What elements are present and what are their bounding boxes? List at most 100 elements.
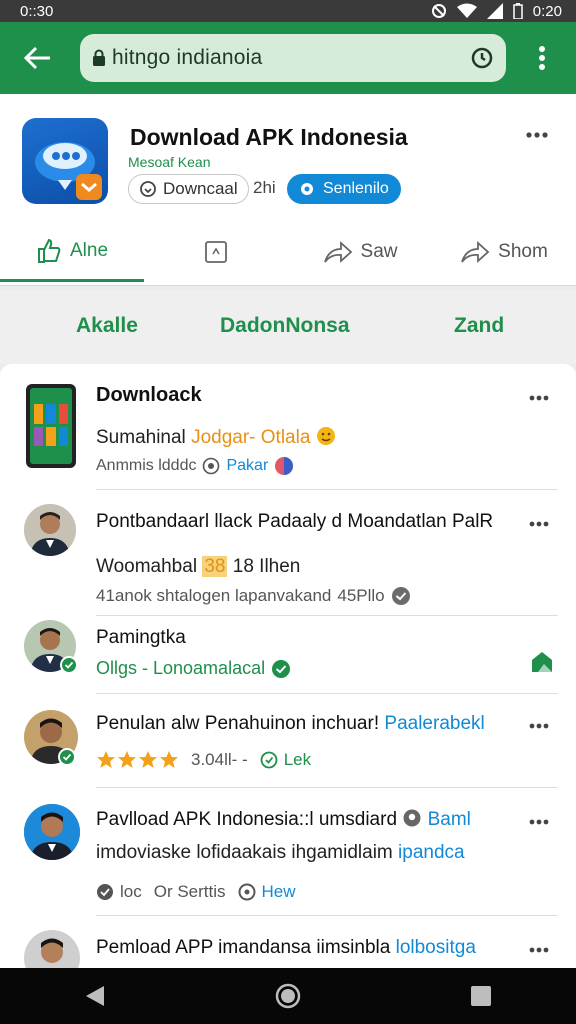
- item-meta-c: Hew: [261, 882, 296, 901]
- check-circle-icon: [272, 659, 291, 678]
- nav-back-icon[interactable]: [84, 984, 106, 1008]
- like-action[interactable]: Alne: [0, 222, 144, 282]
- more-horizontal-icon: [526, 132, 548, 138]
- refresh-icon: [238, 883, 256, 901]
- item-title-b[interactable]: lolbositga: [396, 937, 476, 958]
- item-title-b[interactable]: Baml: [428, 809, 471, 830]
- emoji-icon: [316, 427, 335, 445]
- item-title: Downloack: [96, 384, 202, 406]
- item-line-a: Woomahbal: [96, 556, 198, 577]
- phone-thumbnail: [26, 384, 76, 468]
- item-more-button[interactable]: [526, 718, 552, 734]
- save-action-label: Saw: [360, 241, 398, 262]
- signal-icon: [486, 3, 503, 19]
- action-chip[interactable]: Senlenilo: [287, 174, 401, 204]
- avatar[interactable]: [24, 930, 80, 968]
- item-meta: loc Or Serttis Hew: [96, 882, 296, 902]
- more-horizontal-icon: [529, 395, 549, 401]
- dnd-icon: [431, 4, 446, 18]
- item-line: imdoviaske lofidaakais ihgamidlaim ipand…: [96, 842, 465, 864]
- location-icon: [203, 457, 220, 475]
- list-item[interactable]: Pontbandaarl llack Padaaly d Moandatlan …: [0, 490, 576, 616]
- item-line-b[interactable]: ipandca: [398, 842, 465, 863]
- more-horizontal-icon: [529, 819, 549, 825]
- tab-akalle[interactable]: Akalle: [76, 314, 138, 338]
- app-developer[interactable]: Mesoaf Kean: [128, 154, 211, 170]
- list-item[interactable]: Downloack Sumahinal Jodgar- Otlala Anmmi…: [0, 364, 576, 490]
- item-meta: Anmmis ldddc Pakar: [96, 456, 294, 476]
- show-action-label: Shom: [498, 241, 548, 262]
- action-row: Alne Saw Shom: [0, 222, 576, 282]
- item-title: Pemload APP imandansa iimsinbla lolbosit…: [96, 936, 476, 959]
- nav-recents-icon[interactable]: [470, 985, 492, 1007]
- verified-badge-icon: [58, 748, 76, 766]
- star-icon: [118, 751, 136, 768]
- status-time: 0::30: [20, 2, 54, 20]
- item-line-b: Jodgar- Otlala: [191, 427, 311, 448]
- item-meta: Ollgs - Lonoamalacal: [96, 658, 291, 679]
- refresh-icon[interactable]: [470, 46, 494, 70]
- more-horizontal-icon: [529, 521, 549, 527]
- item-more-button[interactable]: [526, 814, 552, 830]
- item-title: Pamingtka: [96, 627, 186, 648]
- item-meta-a: 41anok shtalogen lapanvakand: [96, 586, 332, 605]
- share-icon: [323, 240, 352, 264]
- item-line-c: 18 Ilhen: [232, 556, 301, 577]
- item-line: Woomahbal 38 18 Ilhen: [96, 556, 300, 578]
- like-action-label: Alne: [69, 239, 109, 261]
- avatar[interactable]: [24, 804, 80, 860]
- download-icon: [140, 181, 156, 197]
- url-bar[interactable]: hitngo indianoia: [80, 34, 506, 82]
- more-vertical-icon: [539, 46, 545, 70]
- gear-icon: [301, 183, 313, 195]
- item-meta-a: Ollgs - Lonoamalacal: [96, 658, 266, 678]
- tabs-band: Akalle DadonNonsa Zand: [0, 290, 576, 364]
- list-item[interactable]: Pemload APP imandansa iimsinbla lolbosit…: [0, 916, 576, 968]
- item-more-button[interactable]: [526, 390, 552, 406]
- app-header-card: Download APK Indonesia Mesoaf Kean Downc…: [0, 94, 576, 286]
- time-label: 2hi: [253, 178, 276, 197]
- download-chip[interactable]: Downcaal: [128, 174, 249, 204]
- status-right-time: 0:20: [532, 2, 562, 20]
- more-horizontal-icon: [529, 723, 549, 729]
- list-item[interactable]: Pavlload APK Indonesia::l umsdiard Baml …: [0, 788, 576, 916]
- avatar[interactable]: [24, 504, 76, 556]
- item-more-button[interactable]: [526, 516, 552, 532]
- item-title: Pavlload APK Indonesia::l umsdiard Baml: [96, 808, 471, 831]
- forward-icon: [461, 240, 490, 264]
- globe-icon: [275, 457, 294, 475]
- list-item[interactable]: Penulan alw Penahuinon inchuar! Paalerab…: [0, 694, 576, 788]
- wifi-icon: [456, 3, 477, 18]
- status-icons: 0:20: [431, 3, 562, 20]
- item-more-button[interactable]: [526, 942, 552, 958]
- header-more-button[interactable]: [522, 124, 552, 146]
- item-title-b[interactable]: Paalerabekl: [384, 713, 484, 734]
- item-title-a: Penulan alw Penahuinon inchuar!: [96, 713, 380, 734]
- app-icon[interactable]: [22, 118, 108, 204]
- bookmark-action[interactable]: [144, 222, 288, 282]
- item-meta-b: Lek: [283, 750, 312, 769]
- action-chip-label: Senlenilo: [323, 180, 389, 197]
- url-text: hitngo indianoia: [112, 46, 263, 69]
- list-item[interactable]: Pamingtka Ollgs - Lonoamalacal: [0, 616, 576, 694]
- lock-icon: [92, 49, 106, 67]
- download-chip-label: Downcaal: [163, 179, 238, 198]
- rating-stars: [96, 750, 179, 770]
- verified-badge-icon: [60, 656, 78, 674]
- item-line: Sumahinal Jodgar- Otlala: [96, 426, 336, 449]
- star-icon: [160, 751, 178, 768]
- item-title-a: Pavlload APK Indonesia::l umsdiard: [96, 809, 398, 830]
- item-meta-a: Anmmis ldddc: [96, 457, 197, 474]
- nav-home-icon[interactable]: [275, 983, 301, 1009]
- overflow-menu-button[interactable]: [522, 34, 562, 82]
- save-action[interactable]: Saw: [288, 222, 432, 282]
- show-action[interactable]: Shom: [432, 222, 576, 282]
- item-meta-b: Pakar: [226, 457, 269, 474]
- tab-dadonnonsa[interactable]: DadonNonsa: [220, 314, 350, 338]
- tab-zand[interactable]: Zand: [454, 314, 504, 338]
- rating-text: 3.04ll- -: [191, 750, 248, 769]
- back-button[interactable]: [10, 30, 66, 86]
- item-line-b: 38: [202, 556, 228, 577]
- item-meta-b: 45Pllo: [337, 586, 385, 605]
- open-icon[interactable]: [530, 650, 554, 679]
